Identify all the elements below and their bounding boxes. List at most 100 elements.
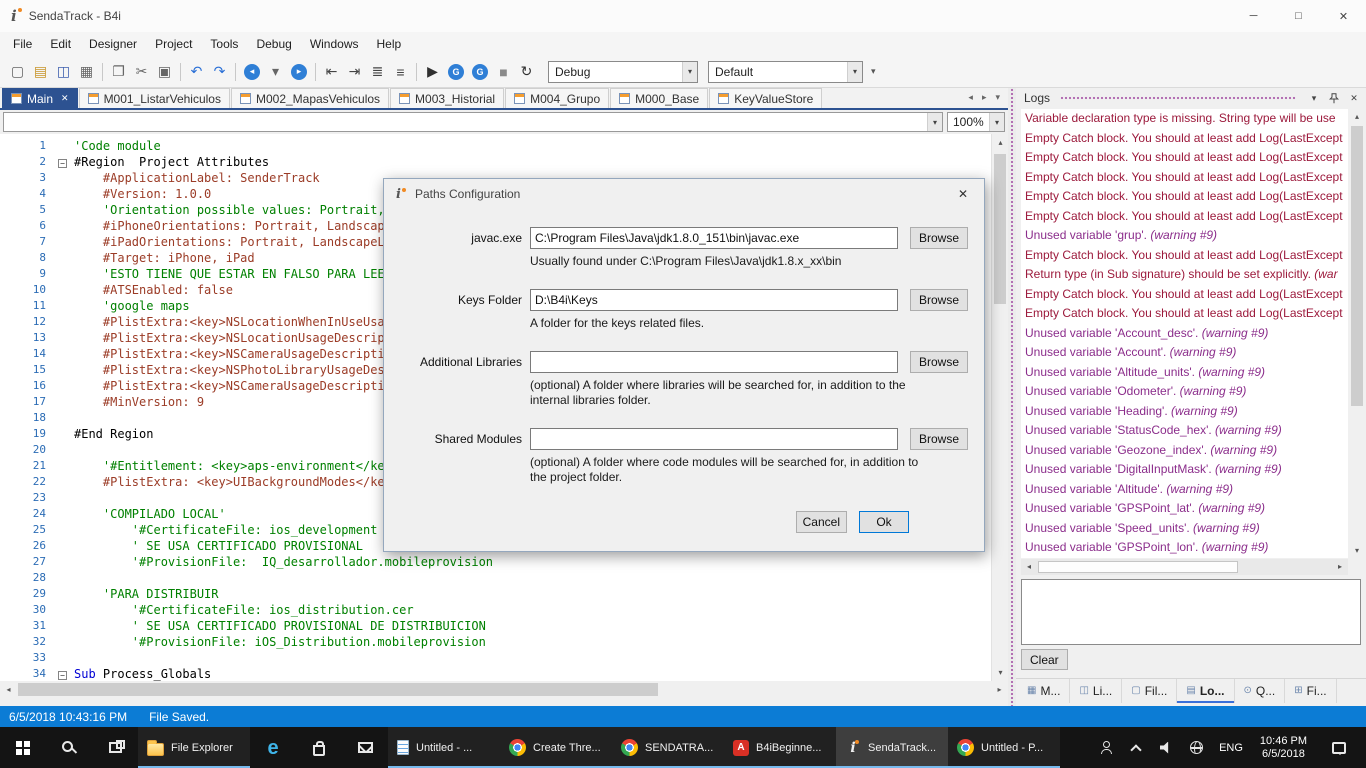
copy-button[interactable]: ❐ (107, 60, 130, 83)
store-button[interactable] (296, 727, 342, 768)
dialog-titlebar[interactable]: i Paths Configuration ✕ (384, 179, 984, 209)
keys-folder-browse-button[interactable]: Browse (910, 289, 968, 311)
log-entry[interactable]: Unused variable 'Odometer'. (warning #9) (1021, 382, 1348, 402)
log-entry[interactable]: Return type (in Sub signature) should be… (1021, 265, 1348, 285)
pdf-b4i-beginners-taskbar-button[interactable]: B4iBeginne... (724, 727, 836, 768)
tab-keyvaluestore[interactable]: KeyValueStore (709, 88, 822, 108)
chrome-create-thread-taskbar-button[interactable]: Create Thre... (500, 727, 612, 768)
scrollbar-thumb[interactable] (994, 154, 1006, 304)
redo-button[interactable]: ↷ (208, 60, 231, 83)
run-button[interactable]: ▶ (421, 60, 444, 83)
dialog-close-icon[interactable]: ✕ (948, 183, 978, 205)
panel-tab-q[interactable]: ⊙Q... (1235, 679, 1286, 703)
cancel-button[interactable]: Cancel (796, 511, 847, 533)
hidden-icons-button[interactable] (1121, 742, 1151, 754)
shared-modules-input[interactable] (530, 428, 898, 450)
save-button[interactable]: ◫ (52, 60, 75, 83)
window-titlebar[interactable]: i SendaTrack - B4i ─ □ ✕ (0, 0, 1366, 32)
scrollbar-thumb[interactable] (1038, 561, 1238, 573)
file-explorer-taskbar-button[interactable]: File Explorer (138, 727, 250, 768)
new-file-button[interactable]: ▢ (6, 60, 29, 83)
tab-list-menu-icon[interactable]: ▾ (992, 90, 1003, 105)
volume-button[interactable] (1151, 742, 1181, 754)
zoom-select[interactable]: 100% ▾ (947, 112, 1005, 132)
scroll-up-icon[interactable]: ▴ (1349, 109, 1365, 124)
rapid-debug-button[interactable]: G (472, 64, 488, 80)
mail-button[interactable] (342, 727, 388, 768)
panel-menu-icon[interactable]: ▾ (1306, 90, 1322, 106)
menu-item-debug[interactable]: Debug (247, 33, 300, 55)
ok-button[interactable]: Ok (859, 511, 909, 533)
scroll-left-icon[interactable]: ◂ (1021, 559, 1037, 575)
tab-m001-listarvehiculos[interactable]: M001_ListarVehiculos (79, 88, 230, 108)
scroll-right-icon[interactable]: ▸ (1332, 559, 1348, 575)
log-entry[interactable]: Unused variable 'Heading'. (warning #9) (1021, 402, 1348, 422)
action-center-button[interactable] (1316, 741, 1362, 754)
maximize-button[interactable]: □ (1276, 0, 1321, 32)
network-button[interactable] (1181, 741, 1211, 754)
tab-m004-grupo[interactable]: M004_Grupo (505, 88, 609, 108)
clean-project-button[interactable]: ↻ (515, 60, 538, 83)
additional-libraries-browse-button[interactable]: Browse (910, 351, 968, 373)
tab-m002-mapasvehiculos[interactable]: M002_MapasVehiculos (231, 88, 389, 108)
log-entry[interactable]: Unused variable 'Account_desc'. (warning… (1021, 324, 1348, 344)
connect-bridge-button[interactable]: G (448, 64, 464, 80)
log-entry[interactable]: Unused variable 'DigitalInputMask'. (war… (1021, 460, 1348, 480)
comment-selection-button[interactable]: ≣ (366, 60, 389, 83)
search-button[interactable] (46, 727, 92, 768)
scroll-right-icon[interactable]: ▸ (991, 681, 1008, 698)
paste-button[interactable]: ▣ (153, 60, 176, 83)
uncomment-selection-button[interactable]: ≡ (389, 60, 412, 83)
log-entry[interactable]: Empty Catch block. You should at least a… (1021, 187, 1348, 207)
javac-exe-browse-button[interactable]: Browse (910, 227, 968, 249)
fold-collapse-icon[interactable]: − (58, 159, 67, 168)
navigate-back-button[interactable]: ◂ (244, 64, 260, 80)
logs-vertical-scrollbar[interactable]: ▴ ▾ (1349, 109, 1365, 558)
editor-horizontal-scrollbar[interactable]: ◂ ▸ (0, 681, 1008, 698)
log-entry[interactable]: Unused variable 'Altitude'. (warning #9) (1021, 480, 1348, 500)
build-configuration-select[interactable]: Debug ▾ (548, 61, 698, 83)
menu-item-project[interactable]: Project (146, 33, 201, 55)
logs-horizontal-scrollbar[interactable]: ◂ ▸ (1021, 559, 1348, 575)
log-entry[interactable]: Unused variable 'Speed_units'. (warning … (1021, 519, 1348, 539)
scrollbar-thumb[interactable] (1351, 126, 1363, 406)
chrome-sendatra-taskbar-button[interactable]: SENDATRA... (612, 727, 724, 768)
menu-item-file[interactable]: File (4, 33, 41, 55)
cut-button[interactable]: ✂ (130, 60, 153, 83)
close-panel-icon[interactable]: ✕ (1346, 90, 1362, 106)
menu-item-designer[interactable]: Designer (80, 33, 146, 55)
module-navigator-select[interactable]: ▾ (3, 112, 943, 132)
log-entry[interactable]: Empty Catch block. You should at least a… (1021, 148, 1348, 168)
log-entry[interactable]: Unused variable 'GPSPoint_lat'. (warning… (1021, 499, 1348, 519)
tab-main[interactable]: Main✕ (2, 88, 78, 108)
open-project-button[interactable]: ▤ (29, 60, 52, 83)
fold-collapse-icon[interactable]: − (58, 671, 67, 680)
close-button[interactable]: ✕ (1321, 0, 1366, 32)
log-entry[interactable]: Empty Catch block. You should at least a… (1021, 129, 1348, 149)
sendatrack-b4i-taskbar-button[interactable]: SendaTrack... (836, 727, 948, 768)
log-entry[interactable]: Unused variable 'GPSPoint_lon'. (warning… (1021, 538, 1348, 558)
log-entry[interactable]: Empty Catch block. You should at least a… (1021, 285, 1348, 305)
language-indicator[interactable]: ENG (1211, 742, 1251, 754)
panel-tab-lo[interactable]: ▤Lo... (1177, 679, 1234, 703)
menu-item-windows[interactable]: Windows (301, 33, 368, 55)
drag-grip[interactable] (1060, 96, 1296, 100)
navigate-forward-button[interactable]: ▸ (291, 64, 307, 80)
javac-exe-input[interactable] (530, 227, 898, 249)
logs-panel-header[interactable]: Logs ▾ ✕ (1016, 88, 1366, 108)
export-modules-button[interactable]: ▦ (75, 60, 98, 83)
task-view-button[interactable] (92, 727, 138, 768)
scrollbar-thumb[interactable] (18, 683, 658, 696)
outdent-button[interactable]: ⇤ (320, 60, 343, 83)
scroll-down-icon[interactable]: ▾ (992, 664, 1008, 681)
panel-tab-li[interactable]: ◫Li... (1070, 679, 1122, 703)
chrome-untitled-p-taskbar-button[interactable]: Untitled - P... (948, 727, 1060, 768)
panel-tab-m[interactable]: ▦M... (1018, 679, 1070, 703)
indent-button[interactable]: ⇥ (343, 60, 366, 83)
toolbar-overflow-button[interactable]: ▾ (863, 66, 884, 77)
log-entry[interactable]: Empty Catch block. You should at least a… (1021, 246, 1348, 266)
undo-button[interactable]: ↶ (185, 60, 208, 83)
scroll-left-icon[interactable]: ◂ (0, 681, 17, 698)
tab-m000-base[interactable]: M000_Base (610, 88, 708, 108)
menu-item-edit[interactable]: Edit (41, 33, 80, 55)
